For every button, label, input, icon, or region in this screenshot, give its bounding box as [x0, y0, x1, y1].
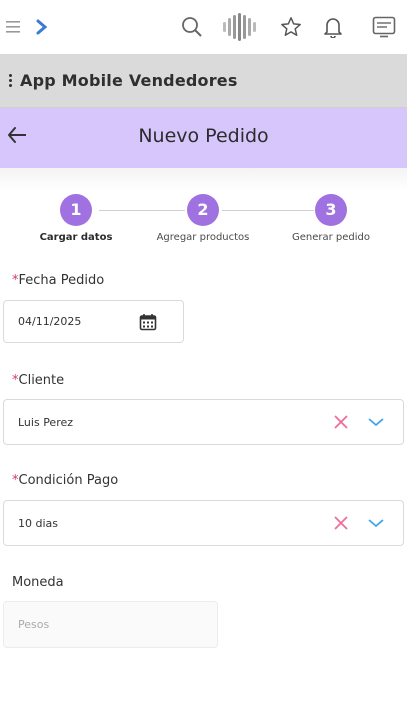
- step-label: Agregar productos: [156, 232, 250, 243]
- moneda-input: Pesos: [3, 601, 218, 648]
- step-number: 1: [60, 194, 92, 226]
- chevron-down-icon[interactable]: [366, 412, 386, 432]
- step-agregar-productos[interactable]: 2 Agregar productos: [138, 194, 268, 243]
- menu-icon[interactable]: [0, 13, 28, 41]
- fecha-pedido-input[interactable]: 04/11/2025: [3, 300, 184, 343]
- stepper: 1 Cargar datos 2 Agregar productos 3 Gen…: [0, 194, 407, 254]
- cliente-select[interactable]: Luis Perez: [3, 399, 404, 445]
- more-options-icon[interactable]: [6, 74, 14, 87]
- step-label: Generar pedido: [291, 232, 370, 243]
- step-number: 2: [187, 194, 219, 226]
- fecha-pedido-label: *Fecha Pedido: [12, 273, 104, 288]
- step-cargar-datos[interactable]: 1 Cargar datos: [11, 194, 141, 243]
- search-icon[interactable]: [178, 13, 206, 41]
- moneda-value: Pesos: [18, 618, 50, 631]
- field-label-text: Condición Pago: [18, 473, 119, 488]
- page-header: Nuevo Pedido: [0, 108, 407, 168]
- step-generar-pedido[interactable]: 3 Generar pedido: [266, 194, 396, 243]
- calendar-icon[interactable]: [138, 312, 158, 332]
- condicion-pago-label: *Condición Pago: [12, 473, 118, 488]
- clear-icon[interactable]: [331, 513, 351, 533]
- step-label: Cargar datos: [39, 232, 113, 243]
- logo-icon: [221, 13, 257, 41]
- app-title-bar: App Mobile Vendedores: [0, 54, 407, 108]
- header-divider: [0, 168, 407, 190]
- cliente-label: *Cliente: [12, 373, 64, 388]
- field-label-text: Moneda: [12, 575, 64, 590]
- top-toolbar: [0, 0, 407, 54]
- chevron-down-icon[interactable]: [366, 513, 386, 533]
- step-number: 3: [315, 194, 347, 226]
- cliente-value: Luis Perez: [18, 415, 74, 429]
- app-title: App Mobile Vendedores: [20, 71, 238, 90]
- condicion-pago-value: 10 dias: [18, 516, 59, 530]
- chevron-right-icon[interactable]: [28, 13, 56, 41]
- star-icon[interactable]: [277, 13, 305, 41]
- page-title: Nuevo Pedido: [138, 125, 269, 147]
- panel-icon[interactable]: [370, 13, 398, 41]
- condicion-pago-select[interactable]: 10 dias: [3, 500, 404, 546]
- fecha-pedido-value: 04/11/2025: [18, 315, 82, 328]
- field-label-text: Cliente: [18, 373, 65, 388]
- clear-icon[interactable]: [331, 412, 351, 432]
- field-label-text: Fecha Pedido: [18, 273, 105, 288]
- bell-icon[interactable]: [319, 13, 347, 41]
- moneda-label: Moneda: [12, 575, 64, 590]
